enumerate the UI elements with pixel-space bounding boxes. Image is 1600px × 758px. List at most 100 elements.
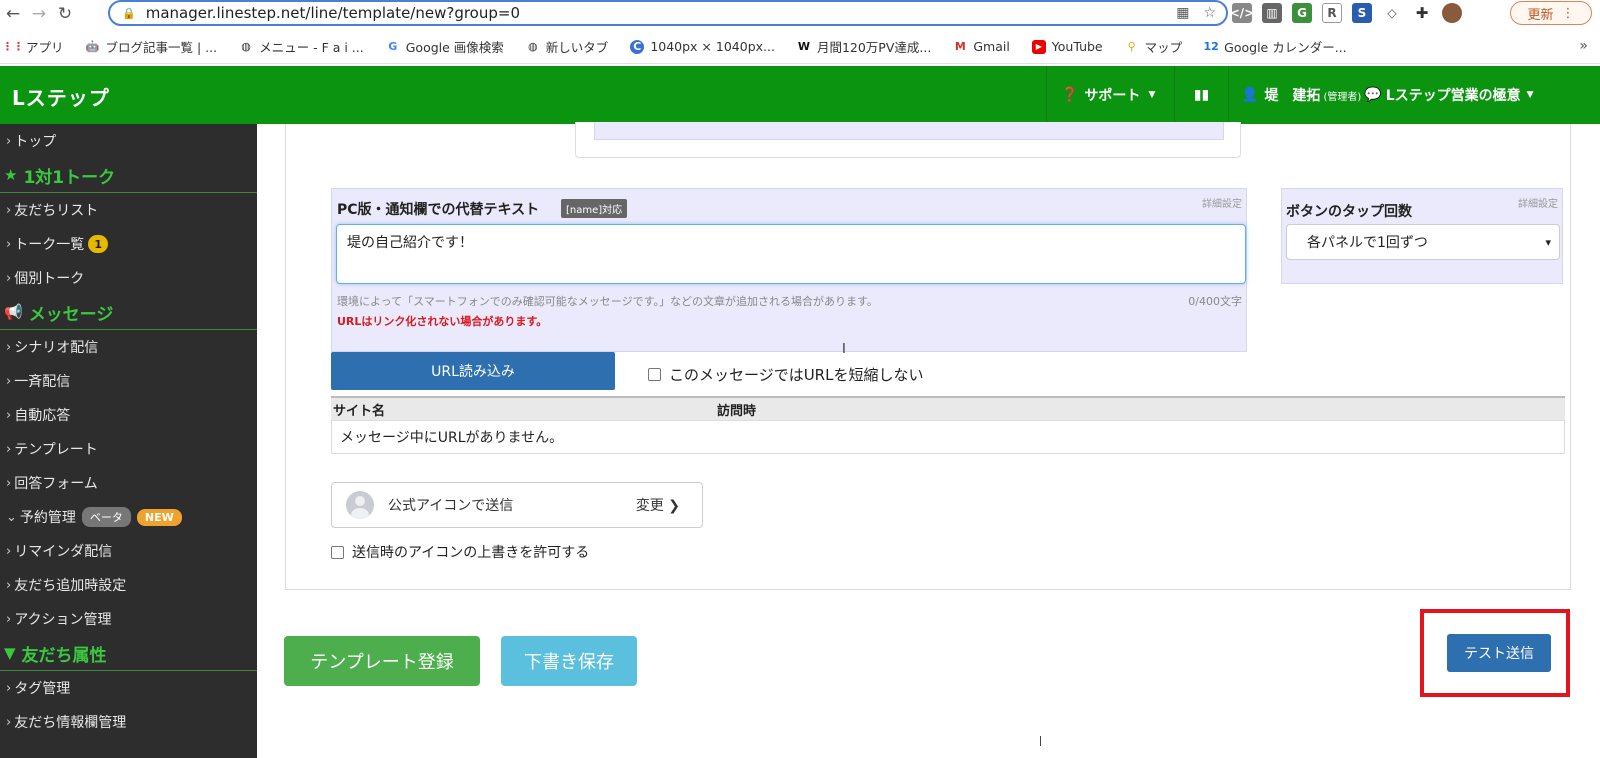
chevron-right-icon: ›: [6, 133, 12, 149]
tap-count-select[interactable]: 各パネルで1回ずつ ▾: [1286, 224, 1560, 260]
url-warning: URLはリンク化されない場合があります。: [337, 315, 548, 328]
user-menu[interactable]: 👤 堤 建拓 (管理者) 💬 Lステップ営業の極意 ▼: [1228, 66, 1600, 124]
chevron-right-icon: ›: [6, 202, 12, 218]
sidebar-item[interactable]: ⌄ 予約管理 ベータ NEW: [0, 500, 257, 534]
qr-code-icon[interactable]: ▦: [1176, 5, 1189, 21]
register-template-button[interactable]: テンプレート登録: [284, 636, 480, 686]
bookmark-item[interactable]: ◍ メニュー - F a i ...: [239, 37, 363, 56]
test-send-button[interactable]: テスト送信: [1447, 634, 1551, 672]
w-icon: W: [797, 40, 811, 53]
sidebar-item[interactable]: › シナリオ配信: [0, 330, 257, 364]
bookmark-label: 1040px × 1040px...: [650, 39, 775, 54]
sidebar-item[interactable]: › リマインダ配信: [0, 534, 257, 568]
bookmark-item[interactable]: M Gmail: [953, 39, 1010, 54]
sidebar-item[interactable]: › トップ: [0, 124, 257, 158]
globe-icon: ◍: [241, 40, 251, 53]
bookmark-item[interactable]: W 月間120万PV達成...: [797, 37, 931, 56]
calendar-icon: 12: [1203, 40, 1219, 53]
kebab-menu-icon: ⋮: [1561, 5, 1575, 21]
sidebar-item[interactable]: › トーク一覧 1: [0, 227, 257, 261]
bookmark-item[interactable]: ⚲ マップ: [1125, 37, 1183, 56]
extension-code-icon[interactable]: </>: [1230, 3, 1254, 23]
official-icon-selector[interactable]: 公式アイコンで送信 変更 ❯: [331, 482, 703, 528]
sidebar-item-label: 友だち追加時設定: [14, 578, 127, 594]
extensions-puzzle-icon[interactable]: ✚: [1412, 3, 1432, 23]
apps-grid-icon: ⋮⋮: [2, 40, 24, 53]
chevron-right-icon: ❯: [668, 498, 680, 514]
no-shorten-label: このメッセージではURLを短縮しない: [669, 366, 924, 384]
url-load-button[interactable]: URL読み込み: [331, 352, 615, 390]
sidebar-item-label: 個別トーク: [14, 271, 85, 287]
new-badge: NEW: [136, 508, 182, 526]
extension-s-icon[interactable]: S: [1352, 3, 1372, 23]
checkbox-box[interactable]: [331, 545, 344, 559]
extension-r-icon[interactable]: R: [1322, 3, 1342, 23]
bookmark-item[interactable]: ▶ YouTube: [1031, 39, 1103, 54]
sidebar-item[interactable]: › 友だち追加時設定: [0, 568, 257, 602]
sidebar-item[interactable]: › 自動応答: [0, 398, 257, 432]
caret-mark: [1040, 736, 1041, 746]
sidebar-item[interactable]: › 友だちリスト: [0, 193, 257, 227]
bookmark-item[interactable]: ⋮⋮ アプリ: [2, 37, 64, 56]
support-menu[interactable]: ❓ サポート ▼: [1046, 66, 1174, 124]
sidebar-item[interactable]: › アクション管理: [0, 602, 257, 636]
maps-pin-icon: ⚲: [1127, 40, 1136, 53]
bookmarks-overflow-icon[interactable]: »: [1579, 38, 1588, 54]
sidebar-item[interactable]: › 友だち情報欄管理: [0, 705, 257, 739]
official-icon-label: 公式アイコンで送信: [388, 498, 514, 514]
sidebar-nav: › トップ ★ 1対1トーク › 友だちリスト › トーク一覧 1 › 個別トーク 📢 メッセージ › シナ…: [0, 124, 257, 758]
template-form-panel: PC版・通知欄での代替テキスト [name]対応 詳細設定 堤の自己紹介です！ …: [285, 122, 1571, 590]
sidebar-item-label: トーク一覧: [14, 237, 85, 253]
bookmark-item[interactable]: 🤖 ブログ記事一覧 | ...: [86, 37, 217, 56]
alt-detail-settings-link[interactable]: 詳細設定: [1202, 195, 1242, 210]
sidebar-section: ★ 1対1トーク: [0, 158, 257, 193]
extension-google-icon[interactable]: G: [1292, 3, 1312, 23]
bookmark-item[interactable]: G Google 画像検索: [386, 37, 504, 56]
bookmark-label: Google 画像検索: [405, 40, 504, 55]
reload-icon[interactable]: ↻: [52, 2, 78, 26]
bookmark-item[interactable]: ◍ 新しいタブ: [526, 37, 608, 56]
sidebar-item[interactable]: › 一斉配信: [0, 364, 257, 398]
brand-logo[interactable]: Lステップ: [12, 82, 110, 111]
app-header: Lステップ ❓ サポート ▼ ▮▮ 👤 堤 建拓 (管理者) 💬 Lステップ営業…: [0, 66, 1600, 124]
sidebar-item[interactable]: › 回答フォーム: [0, 466, 257, 500]
alt-text-input[interactable]: 堤の自己紹介です！: [336, 224, 1246, 284]
bookmark-item[interactable]: 12 Google カレンダー...: [1203, 37, 1347, 56]
browser-update-button[interactable]: 更新 ⋮: [1510, 1, 1592, 25]
url-table: サイト名 訪問時 メッセージ中にURLがありません。: [331, 396, 1565, 454]
chevron-right-icon: ›: [6, 475, 12, 491]
address-bar[interactable]: 🔒 manager.linestep.net/line/template/new…: [108, 0, 1228, 26]
chevron-right-icon: ›: [6, 543, 12, 559]
bookmark-star-icon[interactable]: ☆: [1203, 5, 1216, 21]
account-name: Lステップ営業の極意: [1385, 88, 1521, 104]
chevron-down-icon: ⌄: [6, 509, 17, 525]
sidebar-item[interactable]: › 個別トーク: [0, 261, 257, 295]
profile-avatar-icon[interactable]: [1442, 3, 1462, 23]
sidebar-item-label: タグ管理: [14, 681, 71, 697]
text-cursor-icon: I: [842, 342, 846, 357]
no-shorten-checkbox[interactable]: このメッセージではURLを短縮しない: [648, 364, 923, 385]
caret-down-icon: ▼: [1526, 90, 1534, 100]
back-arrow-icon[interactable]: ←: [0, 2, 26, 26]
forward-arrow-icon[interactable]: →: [26, 2, 52, 26]
save-draft-button[interactable]: 下書き保存: [501, 636, 637, 686]
analytics-button[interactable]: ▮▮: [1174, 66, 1228, 124]
checkbox-box[interactable]: [648, 368, 661, 381]
sidebar-item-label: 一斉配信: [14, 374, 71, 390]
chevron-right-icon: ›: [6, 611, 12, 627]
bookmark-item[interactable]: C 1040px × 1040px...: [630, 39, 775, 54]
icon-override-checkbox[interactable]: 送信時のアイコンの上書きを許可する: [331, 542, 589, 562]
extension-bars-icon[interactable]: ▥: [1262, 3, 1282, 23]
name-tag-badge[interactable]: [name]対応: [561, 199, 628, 218]
extension-tag-icon[interactable]: ◇: [1382, 3, 1402, 23]
tap-detail-settings-link[interactable]: 詳細設定: [1518, 195, 1558, 210]
tap-count-section: ボタンのタップ回数 詳細設定 各パネルで1回ずつ ▾: [1281, 188, 1563, 284]
bookmark-label: Gmail: [973, 39, 1010, 54]
sidebar-item[interactable]: › テンプレート: [0, 432, 257, 466]
avatar-placeholder-icon: [346, 491, 374, 519]
col-visit-time: 訪問時: [717, 403, 757, 419]
alt-text-title: PC版・通知欄での代替テキスト: [337, 202, 540, 218]
change-icon-link[interactable]: 変更 ❯: [636, 495, 680, 515]
tap-count-value: 各パネルで1回ずつ: [1307, 235, 1428, 251]
sidebar-item[interactable]: › タグ管理: [0, 671, 257, 705]
